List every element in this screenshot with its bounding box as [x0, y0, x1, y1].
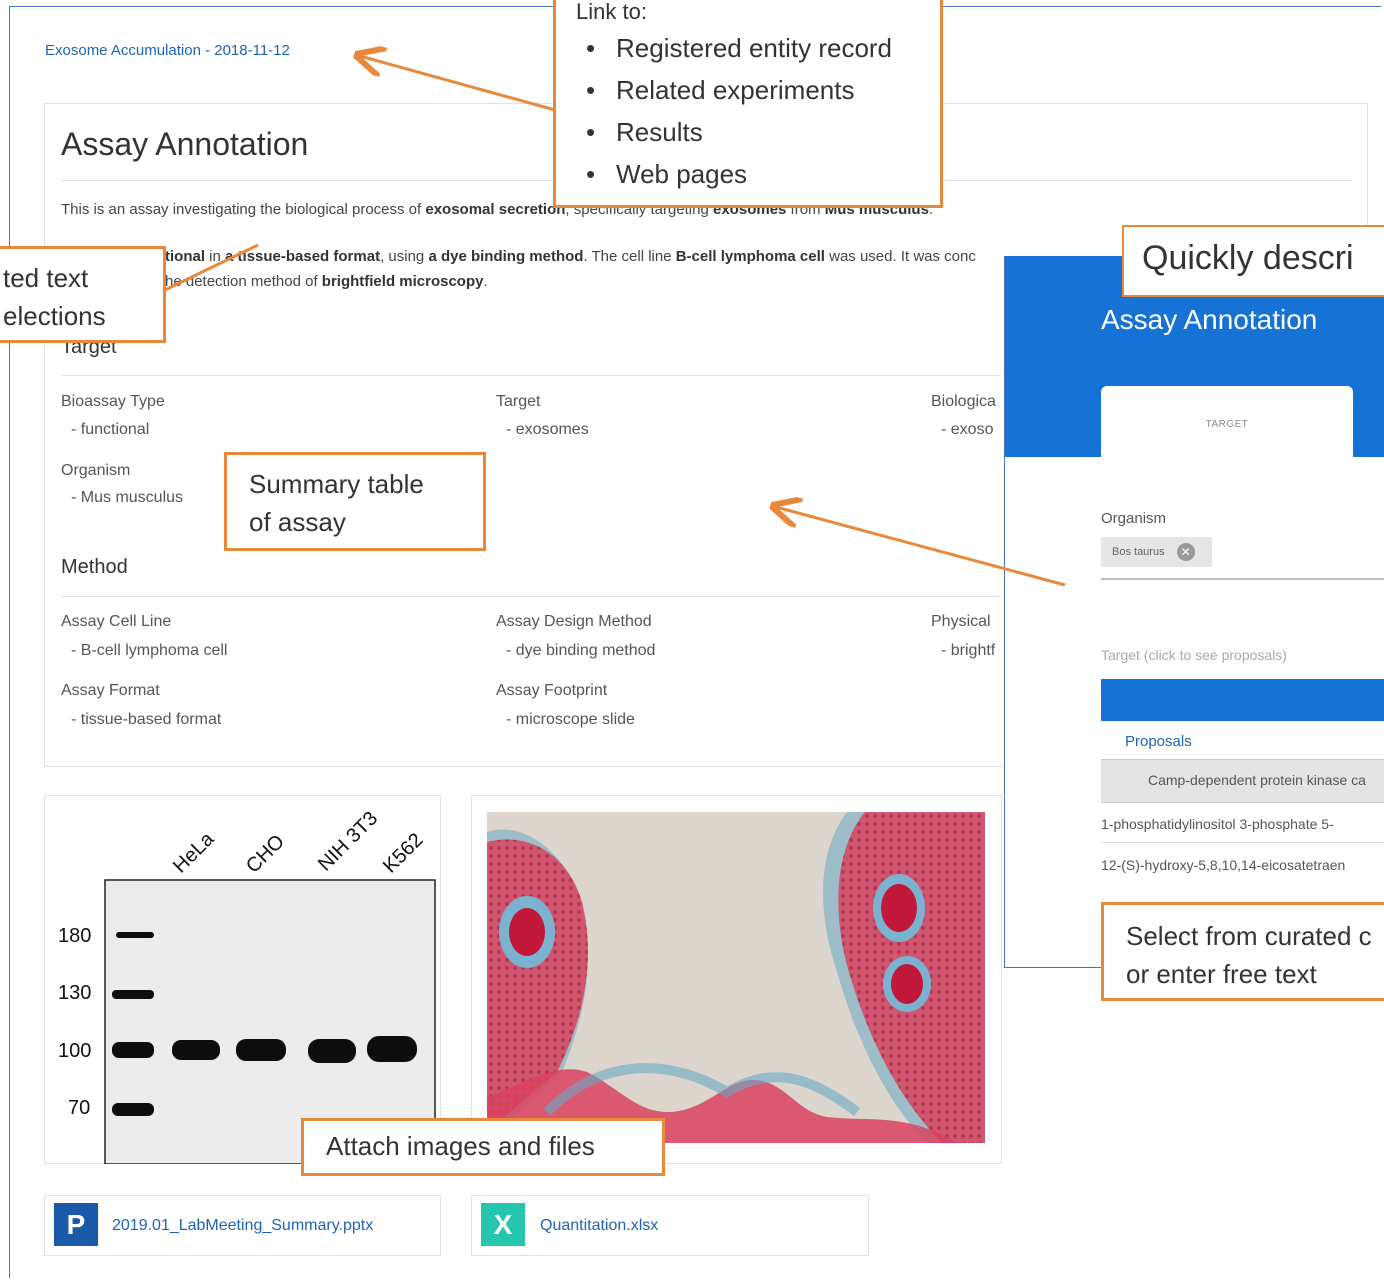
callout-text: Attach images and files: [326, 1131, 595, 1161]
arrow-to-breadcrumb: [360, 56, 556, 112]
callout-curated-text: ted text elections: [0, 246, 166, 343]
callout-link-list: Registered entity record Related experim…: [556, 27, 940, 195]
callout-summary-table: Summary table of assay: [224, 452, 486, 551]
callout-select-from: Select from curated c or enter free text: [1101, 902, 1384, 1001]
arrow-to-summary: [776, 507, 1066, 587]
callout-list-item: Results: [556, 111, 940, 153]
callout-text: Summary table: [249, 469, 424, 499]
callout-text: or enter free text: [1126, 959, 1317, 989]
callout-quickly-describe: Quickly descri: [1122, 225, 1384, 297]
callout-text: ted text: [3, 263, 89, 293]
arrow-to-description: [164, 243, 259, 292]
callout-text: Select from curated c: [1126, 921, 1372, 951]
callout-list-item: Registered entity record: [556, 27, 940, 69]
callout-text: elections: [3, 301, 106, 331]
callout-text: of assay: [249, 507, 346, 537]
callout-list-item: Web pages: [556, 153, 940, 195]
callout-attach: Attach images and files: [301, 1118, 665, 1176]
callout-link-to: Link to: Registered entity record Relate…: [553, 0, 943, 208]
callout-list-item: Related experiments: [556, 69, 940, 111]
callout-title: Link to:: [576, 0, 647, 24]
callout-text: Quickly descri: [1142, 239, 1354, 277]
